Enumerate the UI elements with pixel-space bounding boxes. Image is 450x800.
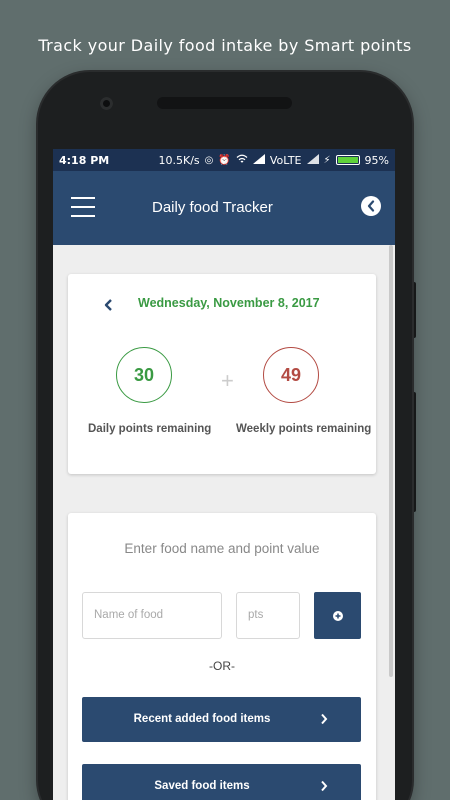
saved-food-items-button[interactable]: Saved food items — [82, 764, 361, 800]
daily-points-ring: 30 — [116, 347, 172, 403]
charging-icon: ⚡ — [323, 154, 331, 166]
hamburger-menu-icon[interactable] — [71, 197, 95, 217]
saved-food-items-label: Saved food items — [154, 780, 250, 792]
food-entry-title: Enter food name and point value — [124, 541, 320, 556]
add-icon — [332, 610, 343, 621]
front-camera — [100, 97, 113, 110]
recent-food-items-label: Recent added food items — [133, 713, 271, 725]
status-time: 4:18 PM — [59, 153, 110, 167]
alarm-icon: ⏰ — [218, 154, 231, 166]
daily-points-value: 30 — [133, 364, 155, 385]
main-content: Wednesday, November 8, 2017 30 + 49 Dail… — [53, 245, 395, 800]
phone-speaker — [157, 97, 292, 109]
plus-symbol: + — [221, 368, 234, 393]
recent-food-items-button[interactable]: Recent added food items — [82, 697, 361, 742]
signal-icon — [252, 153, 265, 167]
chevron-right-icon — [321, 780, 328, 792]
points-card: Wednesday, November 8, 2017 30 + 49 Dail… — [68, 274, 376, 474]
app-screen: 4:18 PM 10.5K/s ◎ ⏰ VoLTE ⚡ 95% Daily fo… — [53, 149, 395, 800]
network-speed: 10.5K/s — [158, 153, 200, 167]
signal-icon-2 — [306, 153, 319, 167]
weekly-points-label: Weekly points remaining — [236, 423, 372, 435]
status-bar: 4:18 PM 10.5K/s ◎ ⏰ VoLTE ⚡ 95% — [53, 149, 395, 171]
network-type: VoLTE — [269, 153, 302, 167]
chevron-right-icon — [321, 713, 328, 725]
scrollbar[interactable] — [389, 245, 393, 677]
current-date[interactable]: Wednesday, November 8, 2017 — [138, 296, 320, 310]
sync-icon: ◎ — [204, 154, 214, 166]
daily-points-label: Daily points remaining — [88, 423, 212, 435]
battery-percent: 95% — [364, 153, 389, 167]
add-food-button[interactable] — [314, 592, 361, 639]
app-title: Daily food Tracker — [152, 199, 273, 216]
promo-caption: Track your Daily food intake by Smart po… — [38, 36, 412, 55]
points-input[interactable]: pts — [236, 592, 300, 639]
weekly-points-ring: 49 — [263, 347, 319, 403]
battery-icon — [335, 155, 360, 165]
back-arrow-icon[interactable] — [361, 196, 381, 216]
previous-day-icon[interactable] — [104, 298, 114, 316]
weekly-points-value: 49 — [280, 364, 302, 385]
app-bar: Daily food Tracker — [53, 171, 395, 245]
wifi-icon — [236, 154, 248, 167]
food-entry-card: Enter food name and point value Name of … — [68, 513, 376, 800]
or-divider: -OR- — [209, 659, 235, 673]
food-name-input[interactable]: Name of food — [82, 592, 222, 639]
